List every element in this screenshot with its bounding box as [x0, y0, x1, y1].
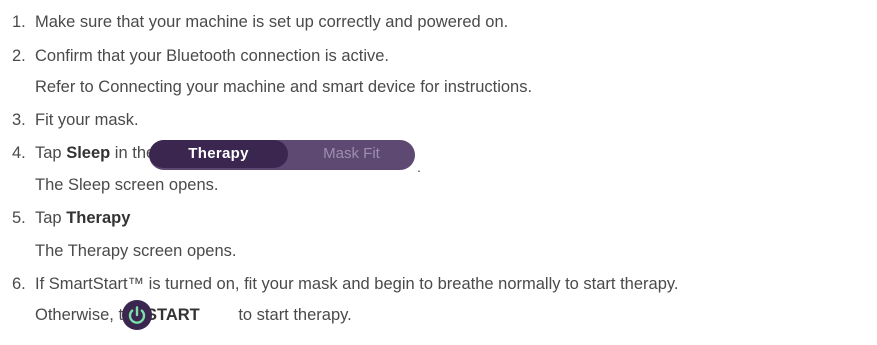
step-number: 3. — [12, 111, 26, 129]
step-3: 3. Fit your mask. — [12, 110, 139, 130]
step-emphasis: START — [145, 306, 200, 324]
step-5: 5. Tap Therapy — [12, 208, 130, 228]
mask-fit-segment: Mask Fit — [323, 145, 380, 162]
step-text: If SmartStart™ is turned on, fit your ma… — [35, 275, 679, 293]
step-text: Confirm that your Bluetooth connection i… — [35, 47, 390, 65]
step-5-note: The Therapy screen opens. — [35, 242, 237, 260]
step-1: 1. Make sure that your machine is set up … — [12, 12, 508, 32]
step-4-note: The Sleep screen opens. — [35, 176, 219, 194]
step-number: 5. — [12, 209, 26, 227]
step-number: 2. — [12, 47, 26, 65]
power-icon — [122, 300, 152, 330]
step-6-note: Otherwise, tap START to start therapy. — [35, 305, 352, 325]
step-5-period: . — [417, 159, 421, 175]
therapy-segment: Therapy — [149, 140, 288, 168]
step-6: 6. If SmartStart™ is turned on, fit your … — [12, 274, 679, 294]
step-number: 1. — [12, 13, 26, 31]
step-2: 2. Confirm that your Bluetooth connection… — [12, 46, 389, 66]
step-text: Tap — [35, 144, 67, 162]
step-number: 4. — [12, 144, 26, 162]
step-emphasis: Sleep — [66, 144, 111, 162]
step-text: Fit your mask. — [35, 111, 139, 129]
step-text: Tap — [35, 209, 67, 227]
step-text: Make sure that your machine is set up co… — [35, 13, 509, 31]
therapy-mask-fit-segmented-control: Therapy Mask Fit — [149, 140, 415, 170]
step-emphasis: Therapy — [66, 209, 131, 227]
step-text: to start therapy. — [233, 306, 352, 324]
step-number: 6. — [12, 275, 26, 293]
step-2-note: Refer to Connecting your machine and sma… — [35, 78, 533, 96]
